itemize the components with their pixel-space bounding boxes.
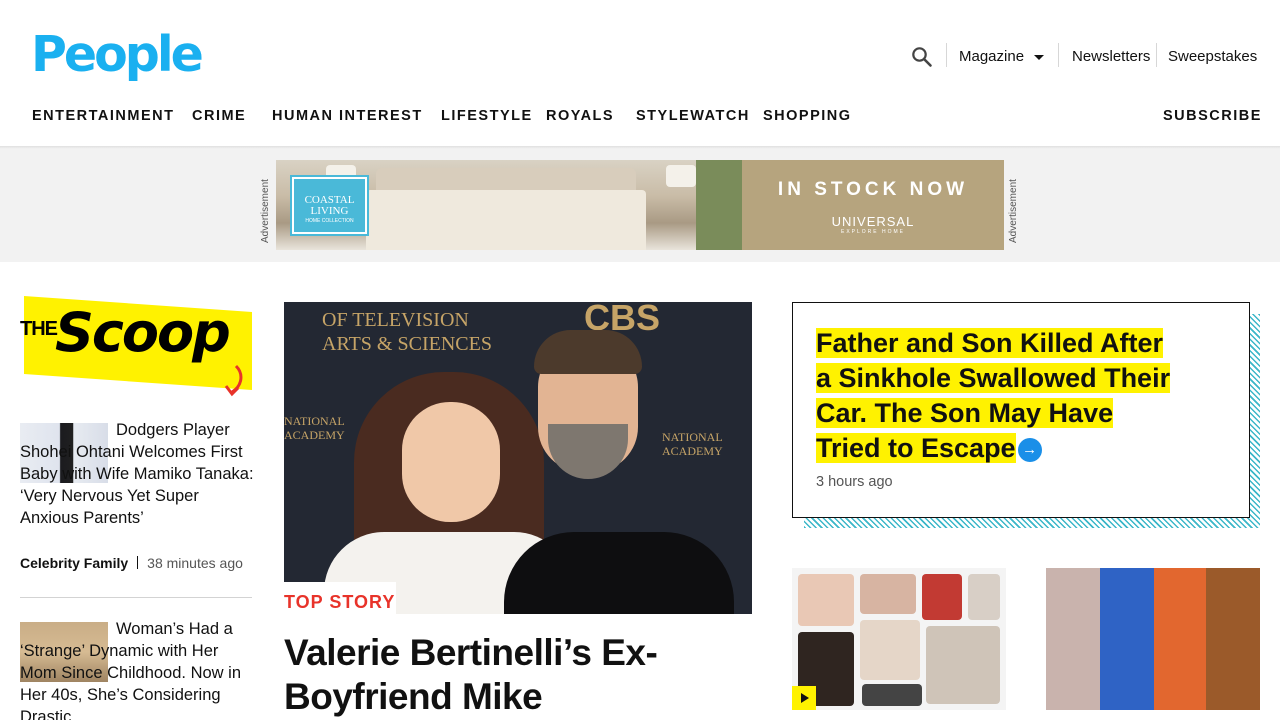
story-category[interactable]: Celebrity Family — [20, 555, 128, 571]
ad-label-left: Advertisement — [260, 179, 271, 243]
people-logo[interactable]: People — [31, 27, 204, 83]
play-icon[interactable] — [792, 686, 816, 710]
universal-logo: UNIVERSAL EXPLORE HOME — [831, 214, 915, 235]
scoop-logo[interactable]: Scoop — [55, 298, 231, 368]
top-story-image[interactable]: OF TELEVISION ARTS & SCIENCES CBS NATION… — [284, 302, 752, 614]
top-story-label: TOP STORY — [284, 582, 396, 620]
feature-headline[interactable]: Father and Son Killed After a Sinkhole S… — [816, 326, 1216, 466]
divider — [1156, 43, 1157, 67]
subscribe-link[interactable]: SUBSCRIBE — [1163, 108, 1262, 124]
arrow-right-icon[interactable]: → — [1017, 438, 1042, 462]
coastal-living-sub: HOME COLLECTION — [305, 218, 354, 224]
magazine-menu[interactable]: Magazine — [959, 44, 1045, 68]
nav-shopping[interactable]: SHOPPING — [763, 108, 852, 124]
nav-stylewatch[interactable]: STYLEWATCH — [636, 108, 750, 124]
main-nav: ENTERTAINMENT CRIME HUMAN INTEREST LIFES… — [0, 108, 1280, 130]
story-time: 38 minutes ago — [147, 555, 243, 571]
scoop-logo-the: THE — [20, 318, 58, 340]
curved-arrow-icon — [224, 364, 243, 397]
story-divider — [20, 597, 252, 598]
story-title[interactable]: Woman’s Had a ‘Strange’ Dynamic with Her… — [20, 618, 255, 720]
newsletters-link[interactable]: Newsletters — [1072, 44, 1150, 68]
nav-royals[interactable]: ROYALS — [546, 108, 614, 124]
nav-crime[interactable]: CRIME — [192, 108, 246, 124]
video-thumbnail[interactable] — [792, 568, 1006, 710]
nav-entertainment[interactable]: ENTERTAINMENT — [32, 108, 174, 124]
feature-time: 3 hours ago — [816, 474, 893, 490]
coastal-living-text: COASTAL LIVING — [304, 194, 355, 217]
caret-down-icon — [1034, 54, 1045, 60]
sweepstakes-link[interactable]: Sweepstakes — [1168, 44, 1257, 68]
story-thumbnail[interactable] — [1046, 568, 1260, 710]
nav-lifestyle[interactable]: LIFESTYLE — [441, 108, 533, 124]
ad-cta-panel[interactable]: IN STOCK NOW UNIVERSAL EXPLORE HOME — [742, 160, 1004, 250]
divider — [946, 43, 947, 67]
ad-label-right: Advertisement — [1008, 179, 1019, 243]
story-meta: Celebrity Family 38 minutes ago — [20, 555, 243, 571]
nav-human-interest[interactable]: HUMAN INTEREST — [272, 108, 423, 124]
top-story-headline[interactable]: Valerie Bertinelli’s Ex-Boyfriend Mike — [284, 631, 754, 719]
search-icon[interactable] — [911, 46, 933, 68]
ad-tagline: IN STOCK NOW — [777, 179, 969, 200]
divider — [1058, 43, 1059, 67]
story-title[interactable]: Dodgers Player Shohei Ohtani Welcomes Fi… — [20, 419, 255, 529]
magazine-label: Magazine — [959, 47, 1025, 65]
coastal-living-logo[interactable]: COASTAL LIVING HOME COLLECTION — [290, 175, 369, 236]
